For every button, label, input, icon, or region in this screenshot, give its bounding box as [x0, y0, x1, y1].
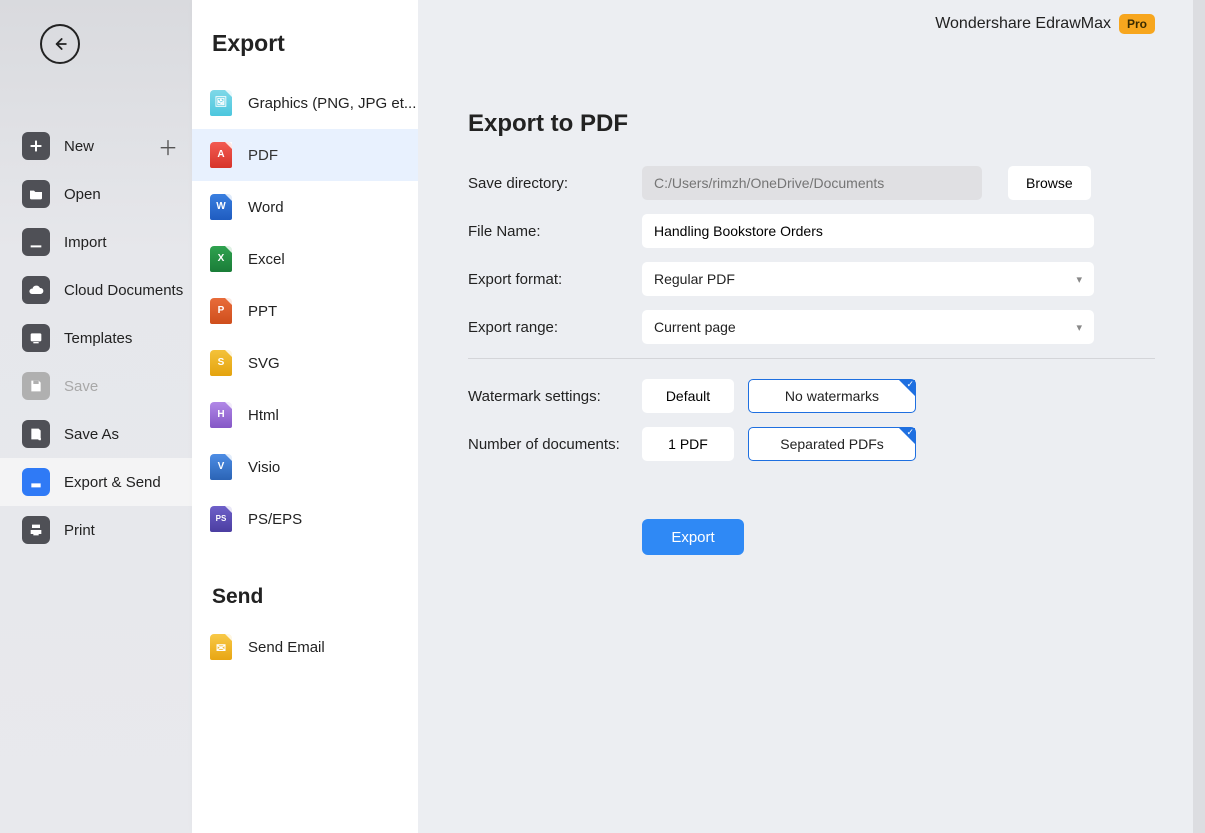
sidebar-item-label: Import	[64, 234, 107, 251]
svg-file-icon	[210, 350, 232, 376]
cloud-icon	[22, 276, 50, 304]
export-range-select[interactable]: Current page ▾	[642, 310, 1094, 344]
sidebar-item-print[interactable]: Print	[0, 506, 192, 554]
ps-file-icon	[210, 506, 232, 532]
export-button[interactable]: Export	[642, 519, 744, 555]
save-icon	[22, 372, 50, 400]
export-range-value: Current page	[654, 319, 736, 335]
export-format-panel: Export Graphics (PNG, JPG et... PDF Word…	[192, 0, 418, 833]
export-panel-title: Export	[192, 30, 418, 77]
export-item-word[interactable]: Word	[192, 181, 418, 233]
send-section-title: Send	[192, 545, 418, 621]
export-icon	[22, 468, 50, 496]
export-item-label: Excel	[248, 251, 285, 268]
export-item-label: Graphics (PNG, JPG et...	[248, 95, 416, 112]
chevron-down-icon: ▾	[1076, 273, 1082, 286]
export-item-pdf[interactable]: PDF	[192, 129, 418, 181]
watermark-none-button[interactable]: No watermarks	[748, 379, 916, 413]
export-item-label: Visio	[248, 459, 280, 476]
export-format-select[interactable]: Regular PDF ▾	[642, 262, 1094, 296]
single-pdf-button[interactable]: 1 PDF	[642, 427, 734, 461]
import-icon	[22, 228, 50, 256]
export-item-label: PS/EPS	[248, 511, 302, 528]
sidebar-item-open[interactable]: Open	[0, 170, 192, 218]
chevron-down-icon: ▾	[1076, 321, 1082, 334]
watermark-none-label: No watermarks	[785, 388, 879, 404]
divider	[468, 358, 1155, 359]
sidebar-item-label: Open	[64, 186, 101, 203]
templates-icon	[22, 324, 50, 352]
folder-icon	[22, 180, 50, 208]
separated-pdfs-button[interactable]: Separated PDFs	[748, 427, 916, 461]
export-item-svg[interactable]: SVG	[192, 337, 418, 389]
file-name-input[interactable]	[642, 214, 1094, 248]
export-item-ppt[interactable]: PPT	[192, 285, 418, 337]
export-item-label: Word	[248, 199, 284, 216]
label-export-format: Export format:	[468, 271, 628, 288]
plus-icon	[22, 132, 50, 160]
label-file-name: File Name:	[468, 223, 628, 240]
label-watermark: Watermark settings:	[468, 388, 628, 405]
word-file-icon	[210, 194, 232, 220]
sidebar-item-save-as[interactable]: Save As	[0, 410, 192, 458]
sidebar-item-label: Save	[64, 378, 98, 395]
watermark-default-button[interactable]: Default	[642, 379, 734, 413]
label-save-directory: Save directory:	[468, 175, 628, 192]
image-file-icon	[210, 90, 232, 116]
label-num-docs: Number of documents:	[468, 436, 628, 453]
back-button[interactable]	[40, 24, 80, 64]
export-item-html[interactable]: Html	[192, 389, 418, 441]
sidebar-item-label: New	[64, 138, 94, 155]
send-item-label: Send Email	[248, 639, 325, 656]
excel-file-icon	[210, 246, 232, 272]
sidebar-item-label: Save As	[64, 426, 119, 443]
visio-file-icon	[210, 454, 232, 480]
new-quick-icon[interactable]: ＋	[158, 132, 178, 161]
label-export-range: Export range:	[468, 319, 628, 336]
export-item-label: SVG	[248, 355, 280, 372]
sidebar-item-export-send[interactable]: Export & Send	[0, 458, 192, 506]
export-item-label: PDF	[248, 147, 278, 164]
export-item-excel[interactable]: Excel	[192, 233, 418, 285]
export-item-graphics[interactable]: Graphics (PNG, JPG et...	[192, 77, 418, 129]
separated-pdfs-label: Separated PDFs	[780, 436, 884, 452]
scrollbar[interactable]	[1193, 0, 1205, 833]
export-item-label: PPT	[248, 303, 277, 320]
pro-badge: Pro	[1119, 14, 1155, 34]
sidebar-item-label: Print	[64, 522, 95, 539]
sidebar-item-templates[interactable]: Templates	[0, 314, 192, 362]
sidebar-item-new[interactable]: New ＋	[0, 122, 192, 170]
browse-button[interactable]: Browse	[1008, 166, 1091, 200]
ppt-file-icon	[210, 298, 232, 324]
sidebar-item-label: Cloud Documents	[64, 282, 183, 299]
export-form-panel: Wondershare EdrawMax Pro Export to PDF S…	[418, 0, 1205, 833]
save-as-icon	[22, 420, 50, 448]
send-item-email[interactable]: Send Email	[192, 621, 418, 673]
brand-name: Wondershare EdrawMax	[935, 15, 1111, 33]
pdf-file-icon	[210, 142, 232, 168]
primary-sidebar: New ＋ Open Import Cloud Documents Templa…	[0, 0, 192, 833]
sidebar-item-label: Templates	[64, 330, 132, 347]
export-item-pseps[interactable]: PS/EPS	[192, 493, 418, 545]
selected-check-icon	[899, 380, 915, 396]
arrow-left-icon	[50, 34, 70, 54]
export-item-visio[interactable]: Visio	[192, 441, 418, 493]
html-file-icon	[210, 402, 232, 428]
export-item-label: Html	[248, 407, 279, 424]
save-directory-input[interactable]	[642, 166, 982, 200]
brand-bar: Wondershare EdrawMax Pro	[935, 14, 1155, 34]
sidebar-item-label: Export & Send	[64, 474, 161, 491]
selected-check-icon	[899, 428, 915, 444]
sidebar-item-save: Save	[0, 362, 192, 410]
sidebar-item-import[interactable]: Import	[0, 218, 192, 266]
mail-icon	[210, 634, 232, 660]
print-icon	[22, 516, 50, 544]
sidebar-item-cloud-documents[interactable]: Cloud Documents	[0, 266, 192, 314]
export-format-value: Regular PDF	[654, 271, 735, 287]
